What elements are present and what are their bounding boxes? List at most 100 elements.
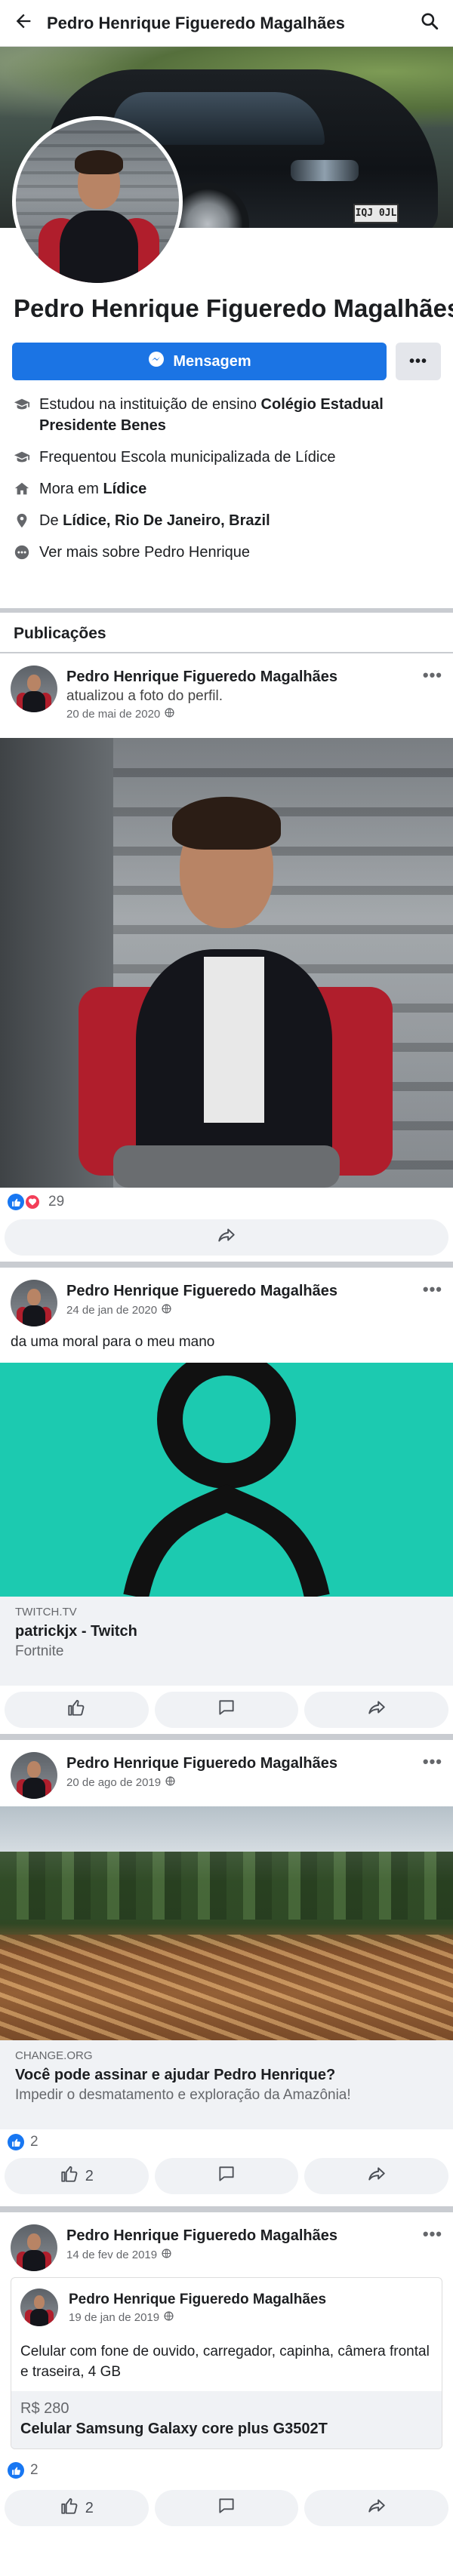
like-count: 2 bbox=[85, 2167, 94, 2184]
message-button[interactable]: Mensagem bbox=[12, 343, 387, 380]
globe-icon bbox=[165, 1776, 175, 1789]
globe-icon bbox=[162, 1304, 171, 1317]
like-count: 2 bbox=[85, 2499, 94, 2516]
comment-icon bbox=[217, 2164, 236, 2188]
like-button[interactable] bbox=[5, 1692, 149, 1728]
post-shared-sale: Pedro Henrique Figueredo Magalhães 14 de… bbox=[0, 2212, 453, 2576]
message-label: Mensagem bbox=[173, 352, 251, 370]
reaction-count: 2 bbox=[30, 2462, 39, 2478]
post-date[interactable]: 14 de fev de 2019 bbox=[66, 2249, 157, 2261]
post-author[interactable]: Pedro Henrique Figueredo Magalhães bbox=[66, 2227, 337, 2245]
share-icon bbox=[217, 1225, 236, 1250]
share-icon bbox=[367, 2164, 387, 2188]
post-photo[interactable] bbox=[0, 738, 453, 1188]
like-button[interactable]: 2 bbox=[5, 2158, 149, 2194]
page-title: Pedro Henrique Figueredo Magalhães bbox=[47, 13, 345, 32]
info-from: De Lídice, Rio De Janeiro, Brazil bbox=[0, 510, 453, 531]
link-image[interactable] bbox=[0, 1806, 453, 2040]
graduation-cap-icon bbox=[14, 447, 39, 468]
post-more-icon[interactable]: ••• bbox=[423, 2224, 442, 2244]
profile-section: IQJ 0JL Pedro Henrique Figueredo Magalhã… bbox=[0, 47, 453, 608]
post-actions bbox=[0, 1216, 453, 1262]
info-see-more[interactable]: Ver mais sobre Pedro Henrique bbox=[0, 542, 453, 563]
comment-button[interactable] bbox=[154, 2490, 299, 2526]
info-from-place[interactable]: Lídice, Rio De Janeiro, Brazil bbox=[63, 512, 270, 529]
post-author[interactable]: Pedro Henrique Figueredo Magalhães bbox=[66, 1755, 337, 1772]
post-date[interactable]: 20 de ago de 2019 bbox=[66, 1776, 161, 1789]
post-actions: 2 bbox=[0, 2487, 453, 2532]
share-button[interactable] bbox=[5, 1219, 448, 1256]
info-education-text: Estudou na instituição de ensino bbox=[39, 396, 261, 413]
publications-header: Publicações bbox=[0, 613, 453, 652]
sale-details[interactable]: R$ 280 Celular Samsung Galaxy core plus … bbox=[11, 2391, 442, 2448]
home-icon bbox=[14, 478, 39, 500]
location-pin-icon bbox=[14, 510, 39, 531]
info-lives-in-city[interactable]: Lídice bbox=[103, 481, 146, 497]
back-button[interactable] bbox=[0, 0, 47, 47]
post-author[interactable]: Pedro Henrique Figueredo Magalhães bbox=[66, 669, 337, 686]
top-bar: Pedro Henrique Figueredo Magalhães bbox=[0, 0, 453, 47]
post-actions: 2 bbox=[0, 2155, 453, 2200]
app: Pedro Henrique Figueredo Magalhães IQJ 0… bbox=[0, 0, 453, 2576]
profile-info-list: Estudou na instituição de ensino Colégio… bbox=[0, 394, 453, 573]
comment-button[interactable] bbox=[154, 2158, 299, 2194]
post-twitch: Pedro Henrique Figueredo Magalhães 24 de… bbox=[0, 1268, 453, 1734]
arrow-left-icon bbox=[13, 11, 34, 35]
post-petition: Pedro Henrique Figueredo Magalhães 20 de… bbox=[0, 1740, 453, 2206]
profile-more-button[interactable]: ••• bbox=[396, 343, 441, 380]
share-icon bbox=[367, 1698, 387, 1722]
thumbs-up-icon bbox=[60, 2496, 79, 2520]
link-image[interactable] bbox=[0, 1363, 453, 1597]
shared-post-text: Celular com fone de ouvido, carregador, … bbox=[20, 2344, 430, 2380]
post-more-icon[interactable]: ••• bbox=[423, 1752, 442, 1772]
share-icon bbox=[367, 2496, 387, 2520]
post-more-icon[interactable]: ••• bbox=[423, 1280, 442, 1299]
shared-post[interactable]: Pedro Henrique Figueredo Magalhães 19 de… bbox=[11, 2277, 442, 2449]
share-button[interactable] bbox=[304, 1692, 449, 1728]
sale-price: R$ 280 bbox=[20, 2400, 69, 2417]
shared-post-date[interactable]: 19 de jan de 2019 bbox=[69, 2311, 159, 2324]
post-more-icon[interactable]: ••• bbox=[423, 666, 442, 685]
share-button[interactable] bbox=[304, 2490, 449, 2526]
post-date[interactable]: 24 de jan de 2020 bbox=[66, 1304, 157, 1317]
like-button[interactable]: 2 bbox=[5, 2490, 149, 2526]
search-button[interactable] bbox=[406, 0, 453, 47]
post-author[interactable]: Pedro Henrique Figueredo Magalhães bbox=[66, 1283, 337, 1300]
link-preview[interactable]: TWITCH.TV patrickjx - Twitch Fortnite bbox=[0, 1597, 453, 1686]
post-actions bbox=[0, 1686, 453, 1734]
link-preview[interactable]: CHANGE.ORG Você pode assinar e ajudar Pe… bbox=[0, 2040, 453, 2129]
profile-name: Pedro Henrique Figueredo Magalhães bbox=[14, 294, 453, 322]
graduation-cap-icon bbox=[14, 394, 39, 415]
cover-plate: IQJ 0JL bbox=[353, 204, 399, 223]
post-reactions[interactable]: 2 bbox=[0, 2129, 453, 2155]
more-dots-icon bbox=[14, 542, 39, 563]
profile-avatar[interactable] bbox=[12, 116, 183, 287]
post-reactions[interactable]: 29 bbox=[0, 1188, 453, 1216]
twitch-avatar-graphic bbox=[123, 1363, 330, 1597]
comment-button[interactable] bbox=[154, 1692, 299, 1728]
info-education-2: Frequentou Escola municipalizada de Lídi… bbox=[0, 447, 453, 468]
share-button[interactable] bbox=[304, 2158, 449, 2194]
comment-icon bbox=[217, 1698, 236, 1722]
shared-post-avatar[interactable] bbox=[20, 2289, 58, 2326]
post-avatar[interactable] bbox=[11, 2224, 57, 2271]
globe-icon bbox=[162, 2249, 171, 2261]
shared-post-author[interactable]: Pedro Henrique Figueredo Magalhães bbox=[69, 2292, 326, 2308]
info-lives-in-text: Mora em bbox=[39, 481, 103, 497]
post-avatar[interactable] bbox=[11, 1280, 57, 1326]
link-source: CHANGE.ORG bbox=[15, 2049, 93, 2062]
info-education: Estudou na instituição de ensino Colégio… bbox=[0, 394, 453, 436]
search-icon bbox=[420, 11, 439, 35]
post-text: da uma moral para o meu mano bbox=[11, 1334, 215, 1350]
info-see-more-text[interactable]: Ver mais sobre Pedro Henrique bbox=[39, 542, 250, 563]
like-reaction-icon bbox=[8, 2462, 24, 2479]
post-avatar[interactable] bbox=[11, 1752, 57, 1799]
link-title: Você pode assinar e ajudar Pedro Henriqu… bbox=[15, 2067, 336, 2083]
info-education-2-text: Frequentou Escola municipalizada de Lídi… bbox=[39, 449, 336, 466]
post-reactions[interactable]: 2 bbox=[0, 2454, 453, 2487]
post-date[interactable]: 20 de mai de 2020 bbox=[66, 708, 160, 721]
link-description: Impedir o desmatamento e exploração da A… bbox=[15, 2087, 351, 2103]
post-avatar[interactable] bbox=[11, 666, 57, 712]
thumbs-up-icon bbox=[66, 1698, 86, 1722]
like-reaction-icon bbox=[8, 2134, 24, 2150]
